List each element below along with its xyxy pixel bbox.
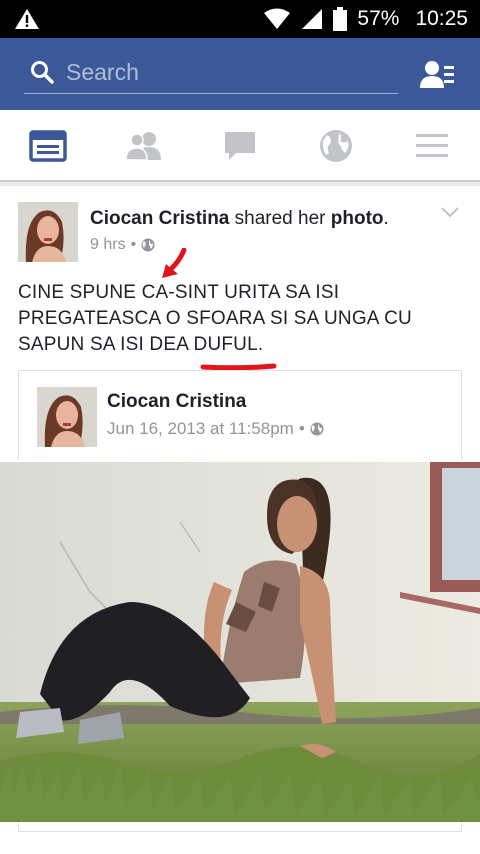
post-meta: 9 hrs •	[90, 236, 155, 254]
post-card: Ciocan Cristina shared her photo. 9 hrs …	[0, 186, 480, 854]
battery-percent: 57%	[357, 7, 400, 30]
tab-bar	[0, 110, 480, 182]
battery-icon	[333, 7, 348, 31]
header-punctuation: .	[383, 208, 389, 229]
action-text: shared her	[234, 208, 326, 229]
shared-post-meta: Jun 16, 2013 at 11:58pm •	[107, 419, 324, 439]
search-input[interactable]: Search	[24, 52, 398, 94]
shared-author-avatar[interactable]	[37, 387, 97, 447]
shared-post-header[interactable]: Ciocan Cristina Jun 16, 2013 at 11:58pm …	[18, 370, 462, 460]
menu-icon	[416, 134, 448, 157]
wifi-icon	[264, 8, 291, 29]
globe-icon	[320, 130, 352, 162]
shared-timestamp[interactable]: Jun 16, 2013 at 11:58pm	[107, 419, 294, 439]
shared-object-link[interactable]: photo	[331, 208, 384, 229]
author-name[interactable]: Ciocan Cristina	[90, 208, 229, 229]
tab-news-feed[interactable]	[0, 110, 96, 182]
globe-icon	[141, 238, 155, 252]
signal-icon	[302, 9, 323, 29]
meta-separator: •	[130, 236, 137, 253]
clock: 10:25	[415, 7, 468, 30]
tab-friends[interactable]	[96, 110, 192, 182]
shared-photo[interactable]	[0, 462, 480, 822]
messages-icon	[225, 132, 255, 160]
chevron-down-icon[interactable]	[440, 206, 460, 218]
friend-requests-icon[interactable]	[420, 60, 456, 90]
post-timestamp[interactable]: 9 hrs	[90, 236, 126, 254]
status-bar: 57% 10:25	[0, 0, 480, 38]
tab-notifications[interactable]	[288, 110, 384, 182]
shared-author-name[interactable]: Ciocan Cristina	[107, 391, 246, 413]
search-icon	[31, 61, 54, 84]
author-avatar[interactable]	[18, 202, 78, 262]
news-feed-icon	[29, 130, 67, 162]
search-placeholder: Search	[66, 59, 139, 85]
tab-menu[interactable]	[384, 110, 480, 182]
post-text: CINE SPUNE CA-SINT URITA SA ISI PREGATEA…	[18, 282, 412, 355]
friends-icon	[125, 132, 161, 161]
search-bar: Search	[0, 38, 480, 110]
meta-separator: •	[298, 419, 305, 438]
shared-post-footer-border	[18, 822, 462, 832]
post-header: Ciocan Cristina shared her photo.	[90, 208, 389, 230]
warning-icon	[15, 9, 39, 29]
globe-icon	[310, 422, 324, 436]
tab-messages[interactable]	[192, 110, 288, 182]
